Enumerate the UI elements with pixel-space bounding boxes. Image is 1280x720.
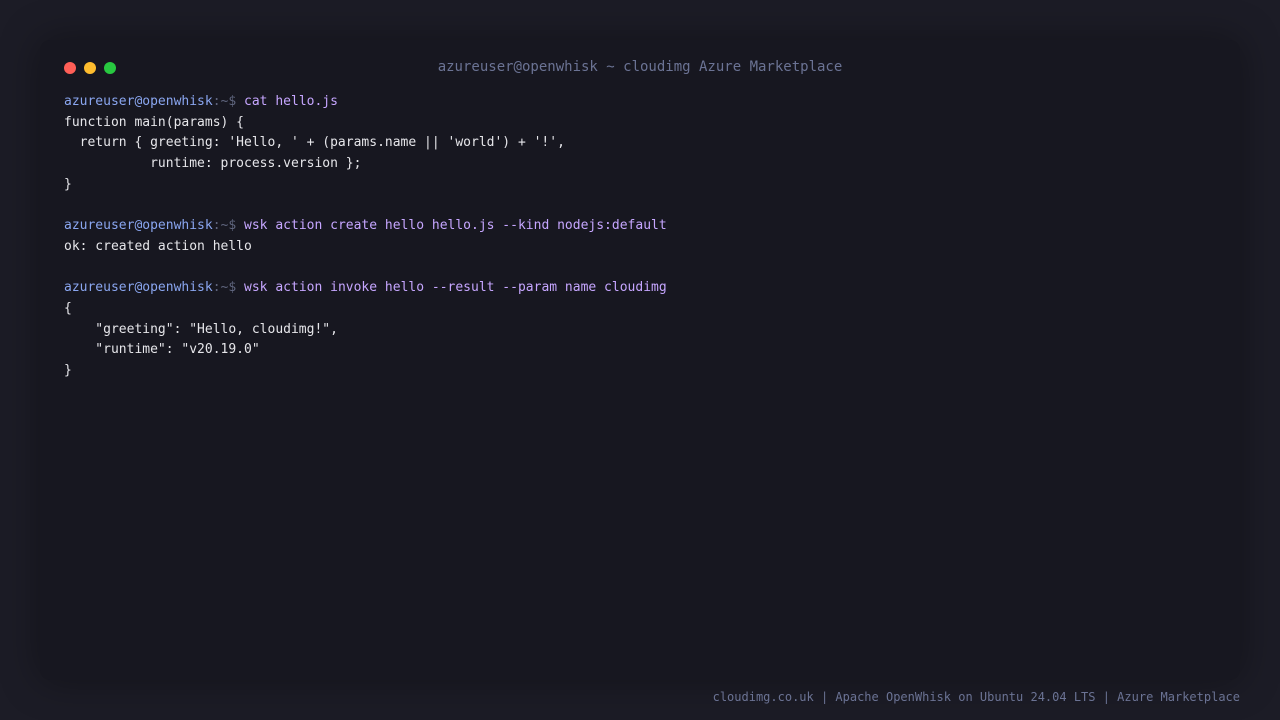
command-text: cat hello.js	[244, 94, 338, 109]
output-line: function main(params) {	[64, 114, 245, 130]
prompt-path: :~$	[212, 280, 237, 296]
output-line: }	[64, 362, 72, 378]
terminal-window: azureuser@openwhisk ~ cloudimg Azure Mar…	[40, 40, 1240, 680]
output-line: ok: created action hello	[64, 238, 252, 254]
prompt-line: azureuser@openwhisk:~$ cat hello.js	[64, 92, 1214, 113]
output-line: }	[64, 176, 72, 192]
output-line: runtime: process.version };	[64, 156, 362, 172]
prompt-path: :~$	[212, 218, 237, 234]
output-line: "runtime": "v20.19.0"	[64, 342, 260, 358]
command-text: wsk action create hello hello.js --kind …	[244, 218, 667, 234]
output-line: {	[64, 300, 72, 316]
footer-caption: cloudimg.co.uk | Apache OpenWhisk on Ubu…	[712, 690, 1240, 704]
prompt-line: azureuser@openwhisk:~$ wsk action create…	[64, 216, 1214, 237]
output-line: "greeting": "Hello, cloudimg!",	[64, 321, 338, 337]
command-text: wsk action invoke hello --result --param…	[244, 280, 667, 296]
prompt-user-host: azureuser@openwhisk	[64, 94, 213, 109]
window-title: azureuser@openwhisk ~ cloudimg Azure Mar…	[437, 59, 843, 75]
prompt-path: :~$	[212, 94, 237, 109]
output-line: return { greeting: 'Hello, ' + (params.n…	[64, 135, 565, 151]
title-bar: azureuser@openwhisk ~ cloudimg Azure Mar…	[40, 40, 1240, 96]
prompt-user-host: azureuser@openwhisk	[64, 280, 213, 296]
prompt-user-host: azureuser@openwhisk	[64, 218, 213, 234]
terminal-output[interactable]: azureuser@openwhisk:~$ cat hello.js func…	[64, 92, 1214, 382]
prompt-line: azureuser@openwhisk:~$ wsk action invoke…	[64, 278, 1214, 299]
